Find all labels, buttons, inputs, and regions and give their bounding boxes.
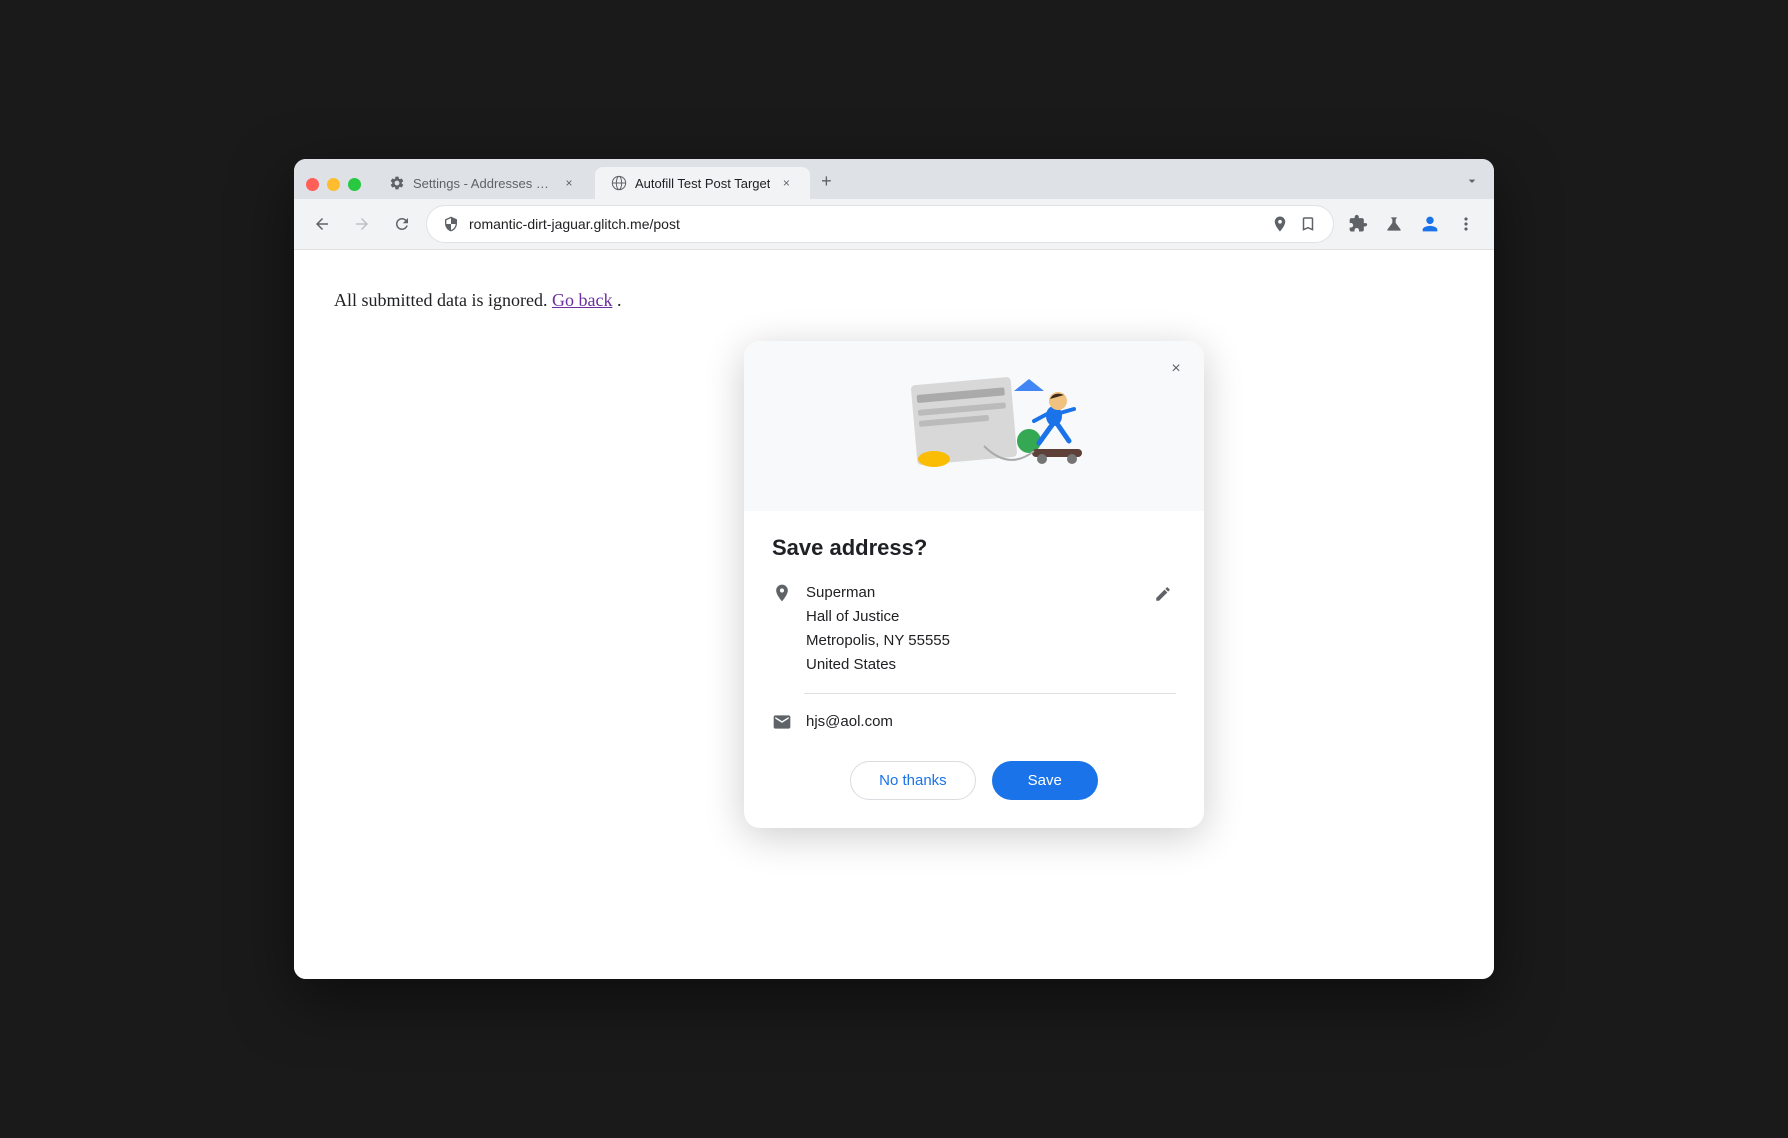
extensions-button[interactable] <box>1342 208 1374 240</box>
nav-bar: romantic-dirt-jaguar.glitch.me/post <box>294 199 1494 250</box>
address-line1: Hall of Justice <box>806 605 1136 629</box>
settings-tab-title: Settings - Addresses and mo <box>413 176 553 191</box>
go-back-link[interactable]: Go back <box>552 290 612 310</box>
forward-button[interactable] <box>346 208 378 240</box>
settings-tab-icon <box>389 175 405 191</box>
security-icon <box>443 216 459 232</box>
dialog-overlay: × <box>294 250 1494 979</box>
minimize-window-button[interactable] <box>327 178 340 191</box>
autofill-tab-close[interactable]: × <box>778 175 794 191</box>
settings-tab-close[interactable]: × <box>561 175 577 191</box>
dialog-body: Save address? Superman Hall of Justice M… <box>744 511 1204 828</box>
close-window-button[interactable] <box>306 178 319 191</box>
location-address-icon[interactable] <box>1271 215 1289 233</box>
tab-settings[interactable]: Settings - Addresses and mo × <box>373 167 593 199</box>
new-tab-button[interactable]: + <box>812 167 840 195</box>
menu-button[interactable] <box>1450 208 1482 240</box>
page-content: All submitted data is ignored. Go back .… <box>294 250 1494 979</box>
bookmark-icon[interactable] <box>1299 215 1317 233</box>
tab-autofill[interactable]: Autofill Test Post Target × <box>595 167 810 199</box>
address-bar[interactable]: romantic-dirt-jaguar.glitch.me/post <box>426 205 1334 243</box>
save-address-dialog: × <box>744 341 1204 828</box>
page-text: All submitted data is ignored. Go back . <box>294 250 1494 351</box>
refresh-button[interactable] <box>386 208 418 240</box>
dialog-actions: No thanks Save <box>772 761 1176 800</box>
tab-dropdown-button[interactable] <box>1458 167 1486 195</box>
email-row: hjs@aol.com <box>772 710 1176 737</box>
divider <box>804 693 1176 694</box>
period: . <box>617 290 622 310</box>
address-lines: Superman Hall of Justice Metropolis, NY … <box>806 581 1136 677</box>
address-line3: United States <box>806 653 1136 677</box>
back-button[interactable] <box>306 208 338 240</box>
nav-icons <box>1342 208 1482 240</box>
url-text: romantic-dirt-jaguar.glitch.me/post <box>469 216 1261 232</box>
profile-button[interactable] <box>1414 208 1446 240</box>
autofill-tab-title: Autofill Test Post Target <box>635 176 770 191</box>
address-row: Superman Hall of Justice Metropolis, NY … <box>772 581 1176 677</box>
email-address: hjs@aol.com <box>806 710 893 734</box>
dialog-illustration <box>744 341 1204 511</box>
no-thanks-button[interactable]: No thanks <box>850 761 976 800</box>
location-icon <box>772 583 792 608</box>
address-line2: Metropolis, NY 55555 <box>806 629 1136 653</box>
lab-button[interactable] <box>1378 208 1410 240</box>
maximize-window-button[interactable] <box>348 178 361 191</box>
email-icon <box>772 712 792 737</box>
edit-address-button[interactable] <box>1150 581 1176 612</box>
dialog-title: Save address? <box>772 535 1176 561</box>
autofill-tab-icon <box>611 175 627 191</box>
submitted-text: All submitted data is ignored. <box>334 290 547 310</box>
tab-bar: Settings - Addresses and mo × Autofill T… <box>294 159 1494 199</box>
address-name: Superman <box>806 581 1136 605</box>
browser-window: Settings - Addresses and mo × Autofill T… <box>294 159 1494 979</box>
dialog-close-button[interactable]: × <box>1162 355 1190 383</box>
save-button[interactable]: Save <box>992 761 1098 800</box>
window-controls <box>302 178 371 199</box>
